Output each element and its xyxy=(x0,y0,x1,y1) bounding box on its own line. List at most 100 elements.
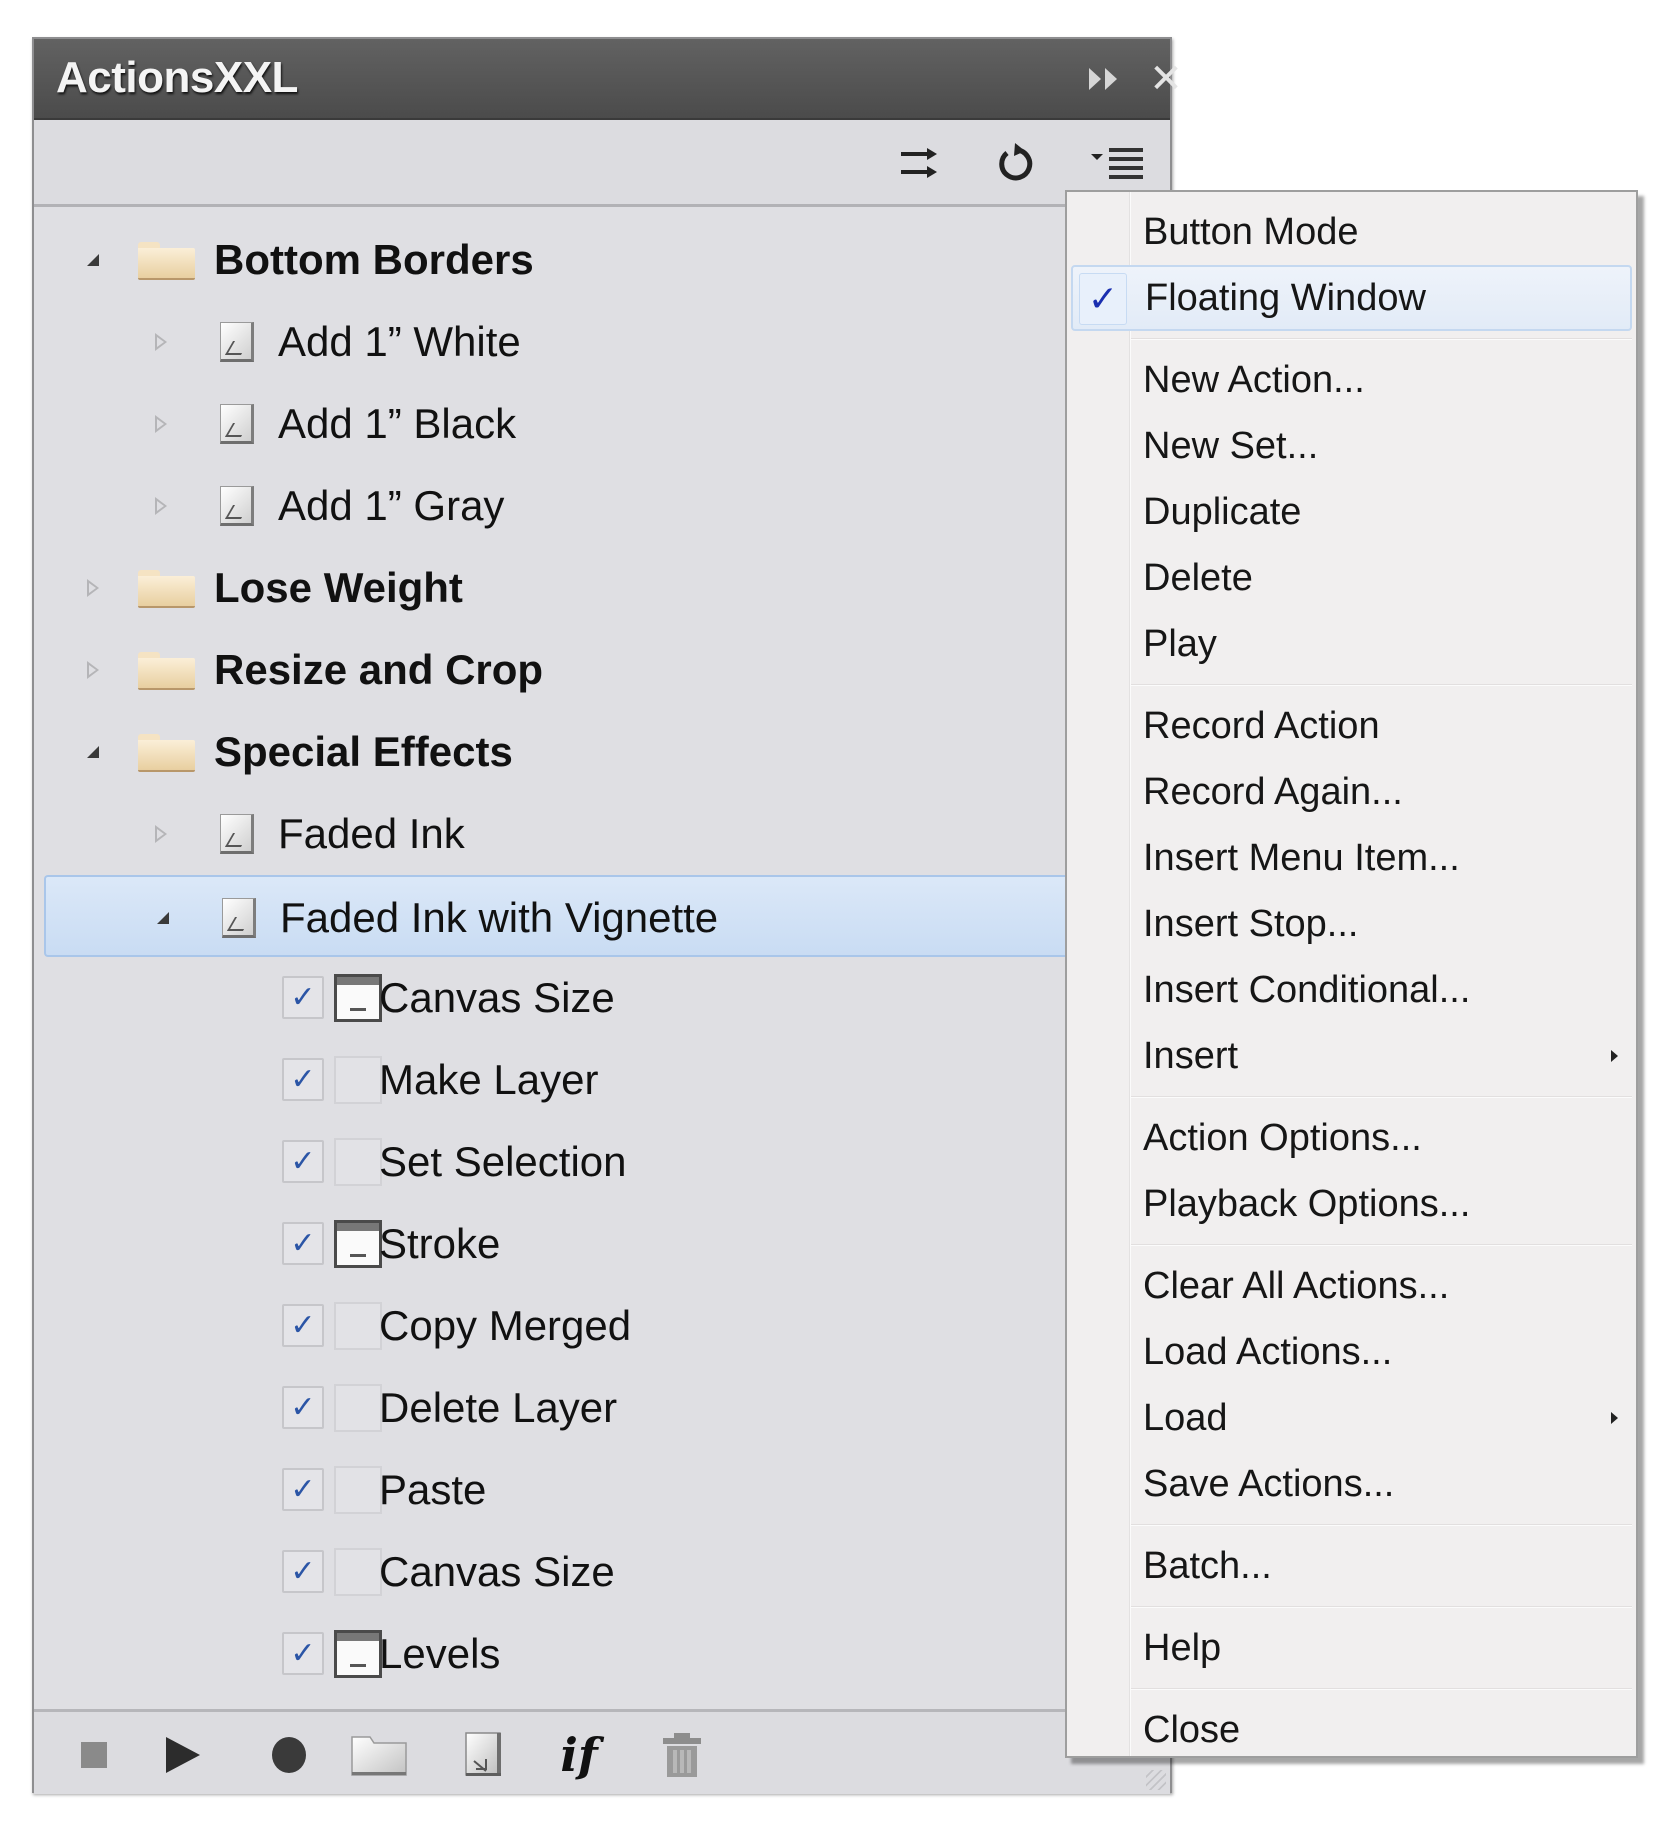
step-name: Canvas Size xyxy=(379,1548,615,1595)
panel-titlebar[interactable]: ActionsXXL ✕ xyxy=(34,39,1183,120)
action-step-row[interactable]: ✓ Delete Layer xyxy=(34,1367,1170,1449)
menu-item-clear-all-actions[interactable]: Clear All Actions... xyxy=(1067,1253,1636,1319)
action-step-row[interactable]: ✓ Canvas Size xyxy=(34,957,1170,1039)
expand-toggle[interactable] xyxy=(146,383,176,465)
collapse-toggle[interactable] xyxy=(78,711,108,793)
menu-item-close[interactable]: Close xyxy=(1067,1697,1636,1763)
dialog-toggle-off[interactable] xyxy=(334,1056,382,1104)
close-icon: ✕ xyxy=(1149,56,1183,102)
expand-toggle[interactable] xyxy=(146,793,176,875)
close-panel-button[interactable]: ✕ xyxy=(1144,57,1188,101)
menu-separator xyxy=(1067,331,1636,347)
action-step-row[interactable]: ✓ Canvas Size xyxy=(34,1531,1170,1613)
expand-toggle[interactable] xyxy=(146,301,176,383)
action-set-row[interactable]: Special Effects xyxy=(34,711,1170,793)
collapse-panel-button[interactable] xyxy=(1080,59,1130,99)
action-step-row[interactable]: ✓ Levels xyxy=(34,1613,1170,1695)
step-enabled-checkbox[interactable]: ✓ xyxy=(282,1632,324,1675)
menu-item-record-action[interactable]: Record Action xyxy=(1067,693,1636,759)
folder-icon xyxy=(138,734,195,772)
expand-toggle[interactable] xyxy=(78,547,108,629)
menu-item-label: Record Action xyxy=(1143,705,1380,747)
menu-item-load-actions[interactable]: Load Actions... xyxy=(1067,1319,1636,1385)
action-step-row[interactable]: ✓ Make Layer xyxy=(34,1039,1170,1121)
step-name: Set Selection xyxy=(379,1138,627,1185)
action-row[interactable]: Add 1” Black xyxy=(34,383,1170,465)
insert-conditional-button[interactable]: if xyxy=(549,1728,609,1782)
new-action-button[interactable] xyxy=(454,1728,514,1782)
dialog-toggle-off[interactable] xyxy=(334,1384,382,1432)
step-enabled-checkbox[interactable]: ✓ xyxy=(282,1058,324,1101)
action-row[interactable]: Faded Ink xyxy=(34,793,1170,875)
refresh-button[interactable] xyxy=(990,140,1040,186)
checkmark-icon: ✓ xyxy=(290,1144,316,1179)
action-row[interactable]: Add 1” White xyxy=(34,301,1170,383)
action-step-row[interactable]: ✓ Stroke xyxy=(34,1203,1170,1285)
new-action-icon xyxy=(465,1732,501,1776)
dialog-toggle-on-icon[interactable] xyxy=(334,1630,382,1678)
menu-item-button-mode[interactable]: Button Mode xyxy=(1067,199,1636,265)
menu-item-duplicate[interactable]: Duplicate xyxy=(1067,479,1636,545)
stop-button[interactable] xyxy=(64,1728,124,1782)
expand-toggle[interactable] xyxy=(146,465,176,547)
play-button[interactable] xyxy=(152,1728,212,1782)
action-row[interactable]: Add 1” Gray xyxy=(34,465,1170,547)
menu-item-delete[interactable]: Delete xyxy=(1067,545,1636,611)
menu-item-insert[interactable]: Insert xyxy=(1067,1023,1636,1089)
menu-item-save-actions[interactable]: Save Actions... xyxy=(1067,1451,1636,1517)
menu-item-label: Delete xyxy=(1143,557,1253,599)
menu-item-play[interactable]: Play xyxy=(1067,611,1636,677)
menu-item-new-set[interactable]: New Set... xyxy=(1067,413,1636,479)
record-button[interactable] xyxy=(259,1728,319,1782)
menu-item-insert-stop[interactable]: Insert Stop... xyxy=(1067,891,1636,957)
menu-item-load[interactable]: Load xyxy=(1067,1385,1636,1451)
step-enabled-checkbox[interactable]: ✓ xyxy=(282,1468,324,1511)
action-set-row[interactable]: Bottom Borders xyxy=(34,219,1170,301)
step-enabled-checkbox[interactable]: ✓ xyxy=(282,1222,324,1265)
step-enabled-checkbox[interactable]: ✓ xyxy=(282,1550,324,1593)
menu-item-label: Load Actions... xyxy=(1143,1331,1393,1373)
menu-item-floating-window[interactable]: ✓ Floating Window xyxy=(1071,265,1632,331)
new-set-button[interactable] xyxy=(349,1728,409,1782)
menu-item-insert-menu-item[interactable]: Insert Menu Item... xyxy=(1067,825,1636,891)
panel-menu-button[interactable] xyxy=(1088,140,1148,186)
dialog-toggle-off[interactable] xyxy=(334,1466,382,1514)
refresh-icon xyxy=(999,143,1033,181)
menu-item-insert-conditional[interactable]: Insert Conditional... xyxy=(1067,957,1636,1023)
step-enabled-checkbox[interactable]: ✓ xyxy=(282,1386,324,1429)
dialog-toggle-on-icon[interactable] xyxy=(334,1220,382,1268)
menu-item-batch[interactable]: Batch... xyxy=(1067,1533,1636,1599)
resize-grip[interactable] xyxy=(1146,1770,1166,1790)
menu-separator xyxy=(1067,1237,1636,1253)
step-enabled-checkbox[interactable]: ✓ xyxy=(282,976,324,1019)
menu-item-label: Duplicate xyxy=(1143,491,1302,533)
action-row[interactable]: Faded Ink with Vignette xyxy=(44,875,1170,957)
dialog-toggle-off[interactable] xyxy=(334,1302,382,1350)
action-step-row[interactable]: ✓ Copy Merged xyxy=(34,1285,1170,1367)
action-step-row[interactable]: ✓ Paste xyxy=(34,1449,1170,1531)
collapse-toggle[interactable] xyxy=(148,877,178,959)
menu-item-help[interactable]: Help xyxy=(1067,1615,1636,1681)
collapse-toggle[interactable] xyxy=(78,219,108,301)
menu-item-new-action[interactable]: New Action... xyxy=(1067,347,1636,413)
step-enabled-checkbox[interactable]: ✓ xyxy=(282,1140,324,1183)
action-icon xyxy=(220,814,254,854)
dialog-toggle-off[interactable] xyxy=(334,1548,382,1596)
dialog-toggle-on-icon[interactable] xyxy=(334,974,382,1022)
checkmark-icon: ✓ xyxy=(290,1554,316,1589)
action-step-row[interactable]: ✓ Set Selection xyxy=(34,1121,1170,1203)
action-set-row[interactable]: Lose Weight xyxy=(34,547,1170,629)
delete-button[interactable] xyxy=(652,1728,712,1782)
expand-toggle[interactable] xyxy=(78,629,108,711)
swap-button[interactable] xyxy=(894,140,944,186)
submenu-arrow-icon xyxy=(1611,1412,1618,1424)
dialog-toggle-off[interactable] xyxy=(334,1138,382,1186)
step-enabled-checkbox[interactable]: ✓ xyxy=(282,1304,324,1347)
menu-item-action-options[interactable]: Action Options... xyxy=(1067,1105,1636,1171)
actions-tree: Bottom Borders Add 1” White Add 1” Black Ad… xyxy=(34,207,1170,1709)
triangle-right-icon xyxy=(155,333,167,351)
menu-item-playback-options[interactable]: Playback Options... xyxy=(1067,1171,1636,1237)
menu-item-label: Close xyxy=(1143,1709,1241,1751)
action-set-row[interactable]: Resize and Crop xyxy=(34,629,1170,711)
menu-item-record-again[interactable]: Record Again... xyxy=(1067,759,1636,825)
